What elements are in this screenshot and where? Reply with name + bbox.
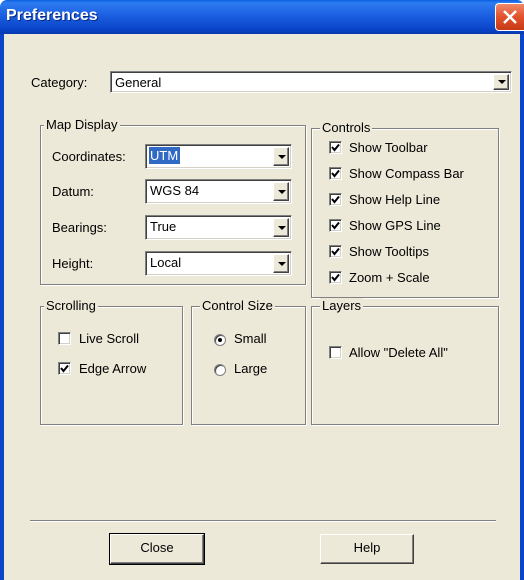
small-label: Small: [234, 331, 267, 346]
large-label: Large: [234, 361, 268, 376]
map-display-title: Map Display: [44, 117, 120, 132]
allow-delete-all-checkbox[interactable]: [329, 346, 342, 359]
help-button[interactable]: Help: [320, 534, 414, 564]
chevron-down-icon: [278, 190, 286, 194]
category-label: Category:: [31, 75, 88, 90]
preferences-window: Preferences Category: General Map Displa…: [0, 0, 524, 580]
chevron-down-icon: [278, 155, 286, 159]
show-tooltips-label: Show Tooltips: [349, 244, 429, 259]
check-icon: [331, 143, 340, 152]
chevron-down-icon: [278, 262, 286, 266]
height-label: Height:: [52, 256, 94, 271]
check-icon: [331, 169, 340, 178]
coordinates-value: UTM: [149, 147, 181, 164]
zoom-scale-label: Zoom + Scale: [349, 270, 430, 285]
check-icon: [331, 195, 340, 204]
help-button-label: Help: [353, 540, 381, 555]
coordinates-label: Coordinates:: [52, 149, 126, 164]
coordinates-dropdown-button[interactable]: [273, 147, 289, 166]
controls-title: Controls: [320, 120, 373, 135]
check-icon: [331, 273, 340, 282]
allow-delete-all-label: Allow "Delete All": [349, 345, 448, 360]
small-radio[interactable]: [214, 334, 226, 346]
scrolling-title: Scrolling: [44, 298, 98, 313]
show-compass-bar-label: Show Compass Bar: [349, 166, 464, 181]
show-help-line-checkbox[interactable]: [329, 193, 342, 206]
bearings-value: True: [150, 219, 177, 234]
control-size-title: Control Size: [200, 298, 275, 313]
check-icon: [60, 364, 69, 373]
layers-group: [311, 306, 499, 425]
show-gps-line-label: Show GPS Line: [349, 218, 441, 233]
datum-value: WGS 84: [150, 183, 200, 198]
chevron-down-icon: [278, 226, 286, 230]
category-select[interactable]: General: [110, 71, 512, 93]
radio-dot-icon: [218, 338, 222, 342]
window-title: Preferences: [6, 7, 98, 24]
coordinates-select[interactable]: UTM: [145, 144, 292, 169]
title-bar[interactable]: Preferences: [0, 0, 524, 34]
datum-dropdown-button[interactable]: [273, 182, 289, 201]
check-icon: [331, 221, 340, 230]
close-button-label: Close: [140, 540, 174, 555]
show-compass-bar-checkbox[interactable]: [329, 167, 342, 180]
layers-title: Layers: [320, 298, 364, 313]
category-dropdown-button[interactable]: [493, 74, 509, 90]
close-window-button[interactable]: [495, 3, 524, 31]
category-value: General: [115, 75, 162, 90]
datum-select[interactable]: WGS 84: [145, 179, 292, 204]
bottom-divider: [30, 520, 496, 522]
close-icon: [503, 10, 517, 24]
height-dropdown-button[interactable]: [273, 254, 289, 273]
check-icon: [331, 247, 340, 256]
large-radio[interactable]: [214, 364, 226, 376]
edge-arrow-checkbox[interactable]: [58, 362, 71, 375]
show-help-line-label: Show Help Line: [349, 192, 441, 207]
live-scroll-checkbox[interactable]: [58, 332, 71, 345]
datum-label: Datum:: [52, 184, 94, 199]
bearings-select[interactable]: True: [145, 215, 292, 240]
dialog-body: Category: General Map Display Coordinate…: [0, 34, 524, 580]
show-toolbar-label: Show Toolbar: [349, 140, 428, 155]
close-button[interactable]: Close: [109, 533, 205, 565]
show-gps-line-checkbox[interactable]: [329, 219, 342, 232]
show-toolbar-checkbox[interactable]: [329, 141, 342, 154]
live-scroll-label: Live Scroll: [79, 331, 139, 346]
show-tooltips-checkbox[interactable]: [329, 245, 342, 258]
height-select[interactable]: Local: [145, 251, 292, 276]
bearings-dropdown-button[interactable]: [273, 218, 289, 237]
zoom-scale-checkbox[interactable]: [329, 271, 342, 284]
height-value: Local: [150, 255, 182, 270]
chevron-down-icon: [498, 80, 506, 84]
bearings-label: Bearings:: [52, 220, 107, 235]
edge-arrow-label: Edge Arrow: [79, 361, 147, 376]
